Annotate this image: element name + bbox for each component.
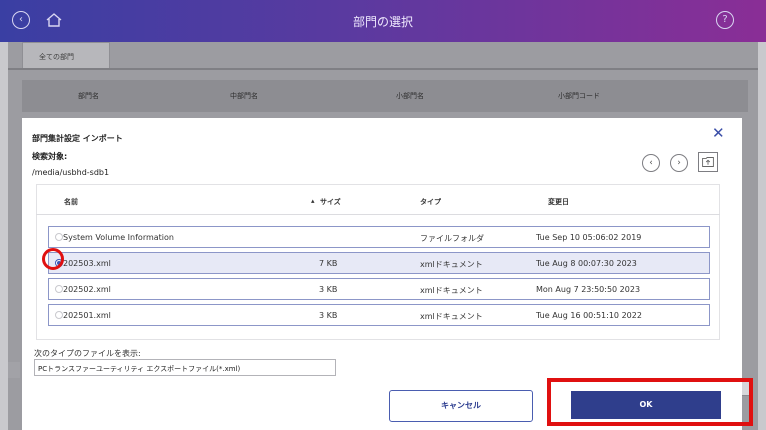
file-size: 3 KB: [319, 285, 338, 294]
background-panel-edge: [8, 362, 20, 378]
tab-all-departments[interactable]: 全ての部門: [22, 42, 110, 70]
file-row[interactable]: 202502.xml 3 KB xmlドキュメント Mon Aug 7 23:5…: [48, 278, 710, 300]
file-size: 3 KB: [319, 311, 338, 320]
file-size: 7 KB: [319, 259, 338, 268]
file-name: System Volume Information: [63, 233, 174, 242]
file-date: Tue Aug 16 00:51:10 2022: [536, 311, 642, 320]
close-icon[interactable]: ✕: [712, 124, 725, 142]
column-name[interactable]: 名前: [64, 197, 78, 207]
page-title: 部門の選択: [352, 15, 413, 29]
file-name: 202502.xml: [63, 285, 111, 294]
file-row[interactable]: 202501.xml 3 KB xmlドキュメント Tue Aug 16 00:…: [48, 304, 710, 326]
next-icon[interactable]: ›: [670, 154, 688, 172]
file-type-label: 次のタイプのファイルを表示:: [34, 349, 141, 358]
column-type[interactable]: タイプ: [420, 197, 441, 207]
search-target-label: 検索対象:: [32, 152, 68, 161]
column-middle-department: 中部門名: [230, 92, 258, 100]
file-row[interactable]: System Volume Information ファイルフォルダ Tue S…: [48, 226, 710, 248]
file-name: 202501.xml: [63, 311, 111, 320]
file-type: xmlドキュメント: [420, 260, 483, 269]
current-path: /media/usbhd-sdb1: [32, 168, 110, 177]
column-department: 部門名: [78, 92, 99, 100]
import-dialog: ✕ 部門集計設定 インポート 検索対象: /media/usbhd-sdb1 ‹…: [22, 118, 753, 430]
file-type: xmlドキュメント: [420, 312, 483, 321]
file-date: Tue Sep 10 05:06:02 2019: [536, 233, 642, 242]
file-type-select[interactable]: PCトランスファーユーティリティ エクスポートファイル(*.xml): [34, 359, 336, 376]
file-type: ファイルフォルダ: [420, 234, 484, 243]
file-name: 202503.xml: [63, 259, 111, 268]
radio-button[interactable]: [55, 233, 63, 241]
highlight-circle: [42, 248, 64, 270]
top-bar: ‹ 部門の選択 ?: [0, 0, 766, 42]
highlight-box: [547, 378, 753, 426]
column-size-sort-icon[interactable]: ▴: [311, 197, 315, 205]
radio-button[interactable]: [55, 285, 63, 293]
column-small-department-code: 小部門コード: [558, 92, 600, 100]
column-size[interactable]: サイズ: [320, 197, 341, 207]
radio-button[interactable]: [55, 311, 63, 319]
help-icon[interactable]: ?: [716, 11, 734, 29]
department-table-header: 部門名 中部門名 小部門名 小部門コード: [22, 80, 748, 112]
previous-icon[interactable]: ‹: [642, 154, 660, 172]
file-date: Mon Aug 7 23:50:50 2023: [536, 285, 641, 294]
file-date: Tue Aug 8 00:07:30 2023: [536, 259, 637, 268]
file-row-selected[interactable]: 202503.xml 7 KB xmlドキュメント Tue Aug 8 00:0…: [48, 252, 710, 274]
dialog-title: 部門集計設定 インポート: [32, 134, 123, 143]
header-divider: [36, 214, 720, 215]
cancel-button[interactable]: キャンセル: [389, 390, 533, 422]
column-small-department: 小部門名: [396, 92, 424, 100]
file-type: xmlドキュメント: [420, 286, 483, 295]
tab-divider: [8, 68, 758, 70]
parent-folder-icon[interactable]: [698, 152, 718, 172]
column-date[interactable]: 変更日: [548, 197, 569, 207]
